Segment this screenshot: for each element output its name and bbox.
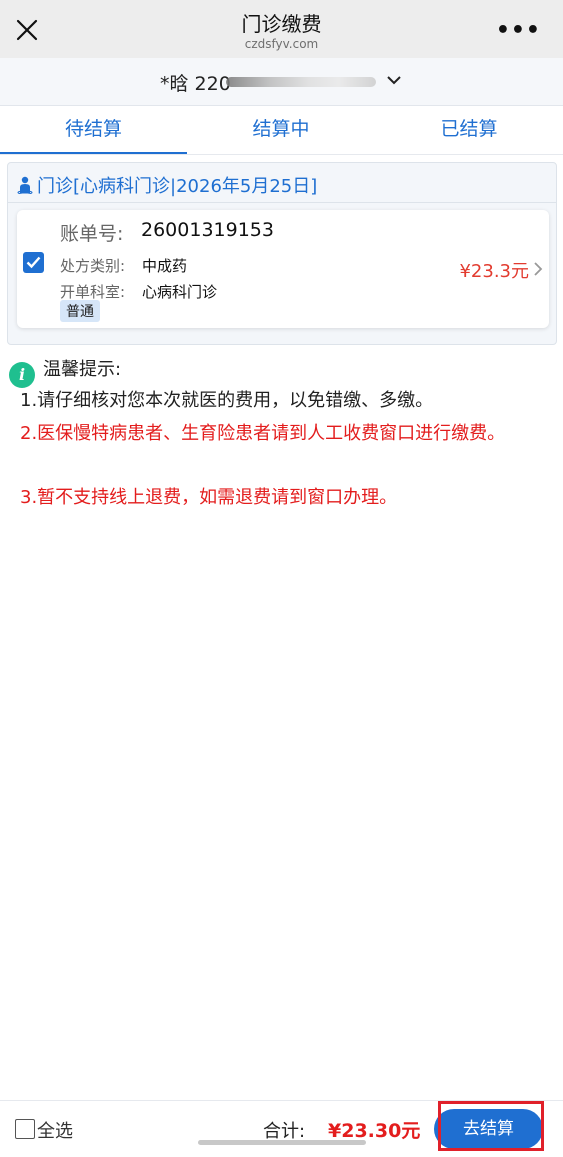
tab-pending[interactable]: 待结算 <box>0 106 187 154</box>
rx-type-label: 处方类别: <box>60 257 126 275</box>
tip-line-3: 3.暂不支持线上退费，如需退费请到窗口办理。 <box>20 487 398 508</box>
tips-heading: i 温馨提示: <box>9 355 121 388</box>
bill-number-label: 账单号: <box>60 223 124 245</box>
top-nav-bar: 门诊缴费 czdsfyv.com ••• <box>0 0 563 58</box>
chevron-down-icon[interactable] <box>385 71 403 89</box>
visit-title: 门诊[心病科门诊|2026年5月25日] <box>17 172 317 198</box>
select-all-label[interactable]: 全选 <box>37 1117 73 1143</box>
rx-type-value: 中成药 <box>142 257 188 275</box>
tips-heading-text: 温馨提示: <box>43 359 122 380</box>
dept-label: 开单科室: <box>60 283 126 301</box>
redacted-patient-info <box>226 77 376 87</box>
checkout-highlight-box <box>438 1101 544 1151</box>
bill-checkbox[interactable] <box>23 252 44 273</box>
visit-type-badge: 普通 <box>60 300 100 322</box>
person-icon <box>17 176 33 194</box>
status-tabs: 待结算 结算中 已结算 <box>0 106 563 155</box>
tip-line-2: 2.医保慢特病患者、生育险患者请到人工收费窗口进行缴费。 <box>20 423 506 444</box>
patient-name: *晗 220 <box>160 73 231 95</box>
bill-number: 26001319153 <box>141 219 274 241</box>
home-indicator <box>198 1140 366 1145</box>
tab-settled[interactable]: 已结算 <box>375 106 563 154</box>
visit-group: 门诊[心病科门诊|2026年5月25日] 账单号: 26001319153 处方… <box>7 162 557 345</box>
visit-title-text: 门诊[心病科门诊|2026年5月25日] <box>37 176 318 197</box>
bill-amount: ¥23.3元 <box>459 261 529 282</box>
bill-card[interactable]: 账单号: 26001319153 处方类别: 中成药 开单科室: 心病科门诊 普… <box>17 210 549 328</box>
checkmark-icon <box>26 256 41 269</box>
more-icon[interactable]: ••• <box>496 18 541 43</box>
patient-selector[interactable]: *晗 220 <box>0 58 563 106</box>
dept-value: 心病科门诊 <box>142 283 218 301</box>
divider <box>8 202 556 203</box>
tip-line-1: 1.请仔细核对您本次就医的费用，以免错缴、多缴。 <box>20 390 434 411</box>
page-domain: czdsfyv.com <box>244 37 319 51</box>
tab-processing[interactable]: 结算中 <box>187 106 375 154</box>
chevron-right-icon[interactable] <box>533 261 543 277</box>
total-amount: ¥23.30元 <box>328 1120 421 1142</box>
select-all-checkbox[interactable] <box>15 1119 35 1139</box>
page-title: 门诊缴费 <box>241 12 322 36</box>
